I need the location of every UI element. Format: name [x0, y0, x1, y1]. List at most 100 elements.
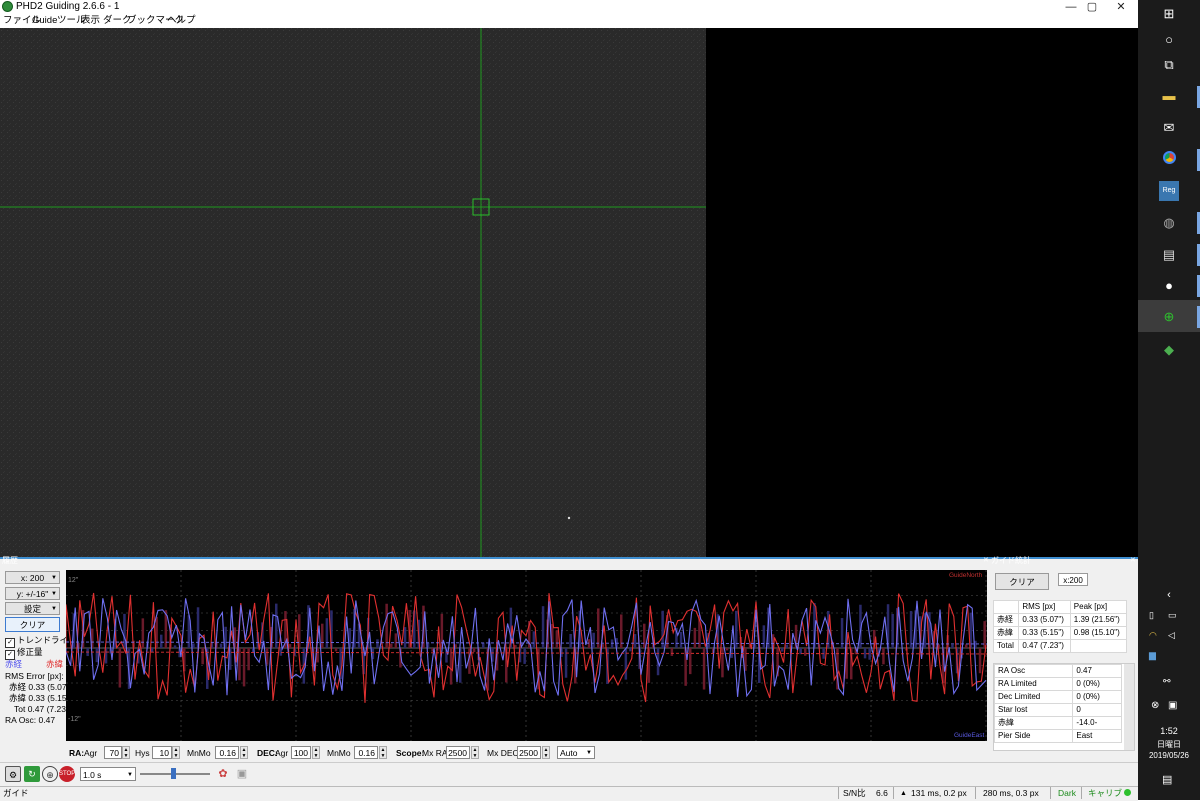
- list-item: RA Limited0 (0%): [995, 678, 1122, 691]
- correction-bar: [763, 625, 766, 648]
- dec-trendline: [66, 652, 987, 654]
- correction-bar: [275, 604, 278, 648]
- star-dot: [568, 517, 570, 519]
- dark-status: Dark: [1058, 787, 1076, 800]
- ra-minmo-input[interactable]: 0.16: [215, 746, 239, 759]
- correction-bar: [123, 614, 126, 648]
- tray-close-icon[interactable]: ⊗: [1151, 700, 1159, 711]
- app-icon-black[interactable]: ●: [1159, 276, 1179, 296]
- stats-close-icon[interactable]: ✕: [1130, 557, 1136, 565]
- stats-scale-dropdown[interactable]: x:200: [1058, 573, 1088, 586]
- stop-icon[interactable]: STOP: [59, 766, 75, 782]
- correction-bar: [160, 635, 163, 648]
- windows-start-icon[interactable]: ⊞: [1159, 4, 1179, 24]
- notification-icon[interactable]: ▤: [1162, 773, 1172, 786]
- correction-bar: [142, 618, 145, 648]
- stats-scrollbar[interactable]: [1124, 664, 1134, 750]
- app-icon-green[interactable]: ◆: [1159, 340, 1179, 360]
- max-dec-input[interactable]: 2500: [517, 746, 541, 759]
- menu-help[interactable]: ヘルプ: [167, 14, 196, 28]
- correction-bar: [689, 648, 692, 674]
- stats-header-cell: RMS [px]: [1019, 601, 1070, 614]
- correction-bar: [979, 648, 982, 673]
- maximize-button[interactable]: ▢: [1078, 0, 1106, 14]
- hys-label: Hys: [135, 747, 150, 759]
- dec-minmo-input[interactable]: 0.16: [354, 746, 378, 759]
- menu-guide[interactable]: Guide: [32, 14, 57, 28]
- connect-gear-icon[interactable]: ⚙: [5, 766, 21, 782]
- stats-row: 赤緯 0.33 (5.15") 0.98 (15.10"): [994, 627, 1127, 640]
- mail-icon[interactable]: ✉: [1159, 118, 1179, 138]
- ra-params-label: RA:: [69, 747, 84, 759]
- y-scale-dropdown[interactable]: y: +/-16"▼: [5, 587, 60, 600]
- stats-clear-button[interactable]: クリア: [995, 573, 1049, 590]
- tray-app-icon[interactable]: ▆: [1149, 650, 1156, 661]
- correction-bar: [804, 648, 807, 656]
- menu-view[interactable]: 表示: [81, 14, 100, 28]
- tray-battery-icon[interactable]: ▭: [1168, 610, 1177, 621]
- correction-bar: [390, 644, 393, 648]
- clock-date: 2019/05/26: [1138, 751, 1200, 760]
- loop-icon[interactable]: ↻: [24, 766, 40, 782]
- close-button[interactable]: ✕: [1107, 0, 1135, 14]
- correction-bar: [735, 611, 738, 648]
- ra-minmo-spinner[interactable]: ▲▼: [240, 746, 248, 759]
- app-icon-reg[interactable]: Reg: [1159, 181, 1179, 201]
- correction-bar: [450, 648, 453, 685]
- tray-wifi-icon[interactable]: ◠: [1149, 630, 1157, 641]
- guide-target-icon[interactable]: ⊕: [42, 766, 58, 782]
- hysteresis-input[interactable]: 10: [152, 746, 172, 759]
- correction-bar: [611, 639, 614, 648]
- correction-bar: [864, 648, 867, 658]
- x-scale-dropdown[interactable]: x: 200▼: [5, 571, 60, 584]
- phd2-app-icon: [2, 1, 13, 12]
- correction-bar: [174, 645, 177, 648]
- ra-agr-spinner[interactable]: ▲▼: [122, 746, 130, 759]
- exposure-select[interactable]: 1.0 s▼: [80, 767, 136, 781]
- ra-aggressiveness-input[interactable]: 70: [104, 746, 122, 759]
- equipment-icon[interactable]: ▣: [234, 766, 250, 782]
- guide-history-graph[interactable]: 12" -12" GuideNorth GuideEast: [66, 570, 987, 741]
- correction-bar: [192, 644, 195, 648]
- correction-bar: [951, 645, 954, 648]
- phd2-taskbar-icon[interactable]: ⊕: [1159, 307, 1179, 327]
- info-key: RA Limited: [995, 678, 1073, 691]
- gamma-slider-thumb[interactable]: [171, 768, 176, 779]
- app-icon-globe[interactable]: ◍: [1159, 213, 1179, 233]
- history-clear-button[interactable]: クリア: [5, 617, 60, 632]
- camera-image-view[interactable]: [0, 28, 706, 557]
- dec-minmo-spinner[interactable]: ▲▼: [379, 746, 387, 759]
- file-explorer-icon[interactable]: ▬: [1159, 86, 1179, 106]
- chrome-icon[interactable]: [1159, 150, 1179, 170]
- tray-volume-icon[interactable]: ◁: [1168, 630, 1175, 641]
- stats-info-list[interactable]: RA Osc0.47 RA Limited0 (0%) Dec Limited0…: [993, 663, 1135, 751]
- max-ra-input[interactable]: 2500: [446, 746, 470, 759]
- brain-icon[interactable]: ✿: [215, 766, 231, 782]
- app-icon-window[interactable]: ▤: [1159, 245, 1179, 265]
- info-value: 0 (0%): [1073, 678, 1122, 691]
- clock-time[interactable]: 1:52: [1138, 726, 1200, 736]
- ra-correction-arrow-icon: ▲: [900, 787, 907, 800]
- list-item: Star lost0: [995, 704, 1122, 717]
- correction-bar: [119, 648, 122, 688]
- correction-bar: [376, 639, 379, 648]
- dec-correction: 280 ms, 0.3 px: [983, 787, 1039, 800]
- max-dec-spinner[interactable]: ▲▼: [542, 746, 550, 759]
- hys-spinner[interactable]: ▲▼: [172, 746, 180, 759]
- correction-bar: [96, 648, 99, 662]
- stats-cell: Total: [994, 640, 1019, 653]
- settings-dropdown[interactable]: 設定▼: [5, 602, 60, 615]
- tray-lang-icon[interactable]: ▣: [1168, 700, 1177, 711]
- tray-chevron-icon[interactable]: ‹: [1159, 585, 1179, 605]
- dec-agr-spinner[interactable]: ▲▼: [312, 746, 320, 759]
- status-divider: [893, 787, 894, 799]
- dec-mode-select[interactable]: Auto▼: [557, 746, 595, 759]
- tray-link-icon[interactable]: ⚯: [1163, 676, 1171, 687]
- rms-total: Tot 0.47 (7.23"): [14, 704, 72, 715]
- max-ra-spinner[interactable]: ▲▼: [471, 746, 479, 759]
- tray-tablet-icon[interactable]: ▯: [1149, 610, 1154, 621]
- search-icon[interactable]: ○: [1159, 30, 1179, 50]
- task-view-icon[interactable]: ⧉: [1159, 55, 1179, 75]
- correction-bar: [220, 644, 223, 648]
- dec-aggressiveness-input[interactable]: 100: [291, 746, 311, 759]
